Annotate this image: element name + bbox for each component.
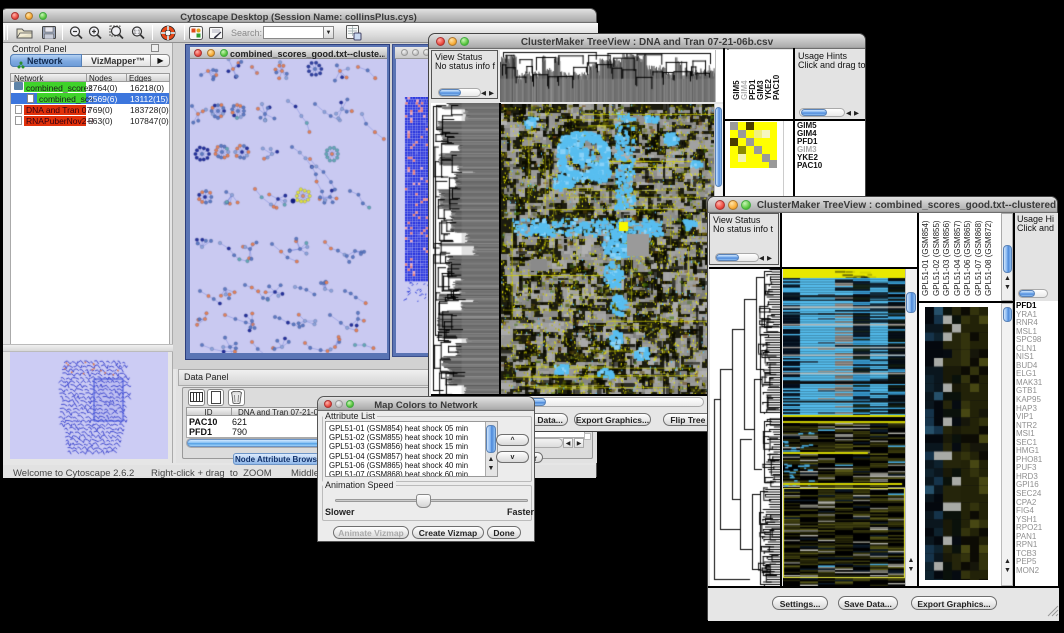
svg-text:1:1: 1:1 bbox=[134, 30, 141, 36]
